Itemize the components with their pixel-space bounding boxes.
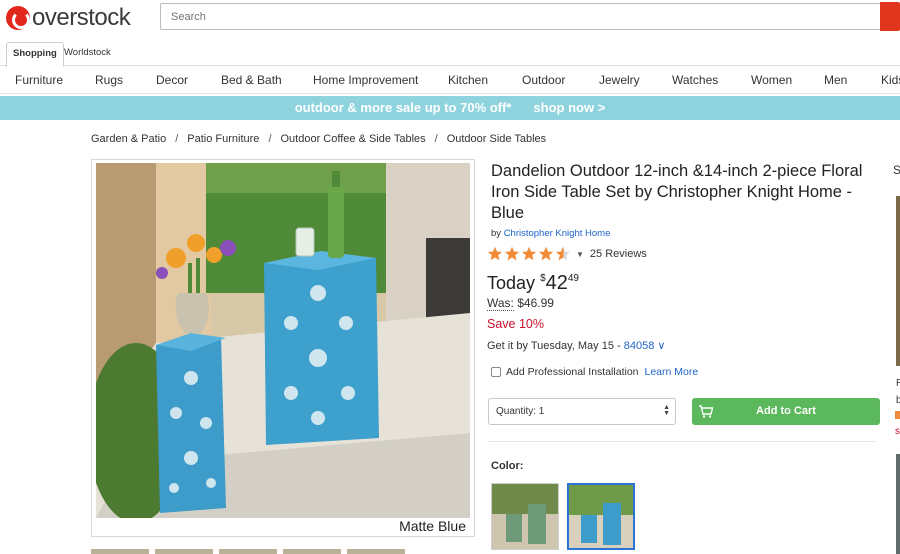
breadcrumb-separator: / [268, 133, 272, 145]
thumbnail-strip [91, 549, 475, 554]
nav-women[interactable]: Women [751, 73, 792, 87]
add-to-cart-button[interactable]: Add to Cart [692, 398, 880, 425]
reviews-count[interactable]: 25 Reviews [590, 248, 647, 260]
zip-code-link[interactable]: 84058 ∨ [624, 340, 666, 352]
tab-worldstock[interactable]: Worldstock [58, 42, 117, 63]
delivery-estimate: Get it by Tuesday, May 15 - 84058 ∨ [487, 339, 665, 352]
price-currency: $ [540, 273, 546, 284]
product-title: Dandelion Outdoor 12-inch &14-inch 2-pie… [491, 162, 863, 222]
learn-more-link[interactable]: Learn More [645, 366, 699, 378]
breadcrumb-separator: / [175, 133, 179, 145]
nav-outdoor[interactable]: Outdoor [522, 73, 565, 87]
product-photo [96, 163, 470, 518]
brand-link[interactable]: Christopher Knight Home [504, 228, 611, 239]
price-dollars: 42 [545, 272, 568, 294]
promo-banner[interactable]: outdoor & more sale up to 70% off* shop n… [0, 96, 900, 120]
breadcrumb: Garden & Patio / Patio Furniture / Outdoor C… [91, 133, 546, 145]
installation-checkbox[interactable] [491, 367, 501, 377]
price: Today $4249 [487, 272, 579, 295]
chevron-down-icon: ∨ [657, 340, 666, 352]
thumbnail[interactable] [219, 549, 277, 554]
color-label: Color: [491, 460, 524, 472]
nav-rugs[interactable]: Rugs [95, 73, 123, 87]
site-header: overstock [0, 0, 900, 38]
cart-icon [699, 405, 714, 418]
breadcrumb-item[interactable]: Outdoor Side Tables [447, 133, 546, 145]
breadcrumb-item[interactable]: Outdoor Coffee & Side Tables [281, 133, 426, 145]
image-caption: Matte Blue [399, 518, 466, 534]
price-label: Today [487, 273, 536, 293]
nav-home-improvement[interactable]: Home Improvement [313, 73, 418, 87]
installation-option: Add Professional Installation Learn More [491, 366, 698, 378]
nav-decor[interactable]: Decor [156, 73, 188, 87]
was-label: Was: [487, 296, 514, 311]
color-swatch-green[interactable] [491, 483, 559, 550]
thumbnail[interactable] [91, 549, 149, 554]
was-price: Was: $46.99 [487, 296, 554, 311]
logo-icon [6, 6, 30, 30]
was-value: $46.99 [517, 296, 554, 310]
price-cents: 49 [567, 273, 579, 284]
nav-kids[interactable]: Kids [881, 73, 900, 87]
promo-text: outdoor & more sale up to 70% off* [294, 100, 512, 115]
edge-text: R [896, 378, 900, 389]
nav-jewelry[interactable]: Jewelry [599, 73, 640, 87]
star-icon [504, 246, 520, 261]
star-icon [895, 411, 900, 419]
rating-caret-icon[interactable]: ▼ [576, 250, 584, 259]
delivery-text: Get it by Tuesday, May 15 - [487, 340, 621, 352]
product-image-frame[interactable]: Matte Blue [91, 159, 475, 537]
thumbnail[interactable] [283, 549, 341, 554]
installation-label: Add Professional Installation [506, 366, 639, 378]
savings: Save 10% [487, 317, 544, 331]
breadcrumb-item[interactable]: Patio Furniture [187, 133, 259, 145]
breadcrumb-item[interactable]: Garden & Patio [91, 133, 166, 145]
quantity-value: Quantity: 1 [496, 406, 545, 417]
star-icon [521, 246, 537, 261]
related-product-image[interactable] [896, 454, 900, 554]
nav-kitchen[interactable]: Kitchen [448, 73, 488, 87]
nav-furniture[interactable]: Furniture [15, 73, 63, 87]
divider [488, 441, 876, 442]
search-button[interactable] [880, 2, 900, 31]
edge-text: S [893, 163, 900, 177]
star-icon [538, 246, 554, 261]
select-arrows-icon: ▲ ▼ [663, 404, 670, 417]
half-star-icon [555, 246, 571, 261]
search-input[interactable] [161, 4, 881, 29]
promo-cta[interactable]: shop now > [533, 100, 605, 115]
color-swatch-blue[interactable] [567, 483, 635, 550]
nav-men[interactable]: Men [824, 73, 847, 87]
brand-prefix: by [491, 228, 502, 239]
nav-watches[interactable]: Watches [672, 73, 718, 87]
star-icon [487, 246, 503, 261]
edge-text: s [895, 426, 900, 437]
breadcrumb-separator: / [434, 133, 438, 145]
quantity-select[interactable]: Quantity: 1 ▲ ▼ [488, 398, 676, 425]
category-nav: Furniture Rugs Decor Bed & Bath Home Imp… [0, 66, 900, 94]
store-tabs: Shopping Worldstock [0, 40, 900, 67]
search-box [160, 3, 882, 30]
thumbnail[interactable] [155, 549, 213, 554]
zip-code: 84058 [623, 340, 655, 352]
logo-text: overstock [32, 4, 131, 31]
brand-line: by Christopher Knight Home [491, 228, 610, 239]
thumbnail[interactable] [347, 549, 405, 554]
related-product-image[interactable] [896, 196, 900, 366]
tab-shopping[interactable]: Shopping [6, 42, 64, 67]
add-to-cart-label: Add to Cart [756, 405, 816, 417]
edge-text: b [896, 395, 900, 406]
overstock-logo[interactable]: overstock [6, 4, 131, 32]
rating[interactable]: ▼ 25 Reviews [487, 246, 647, 262]
nav-bed-bath[interactable]: Bed & Bath [221, 73, 282, 87]
